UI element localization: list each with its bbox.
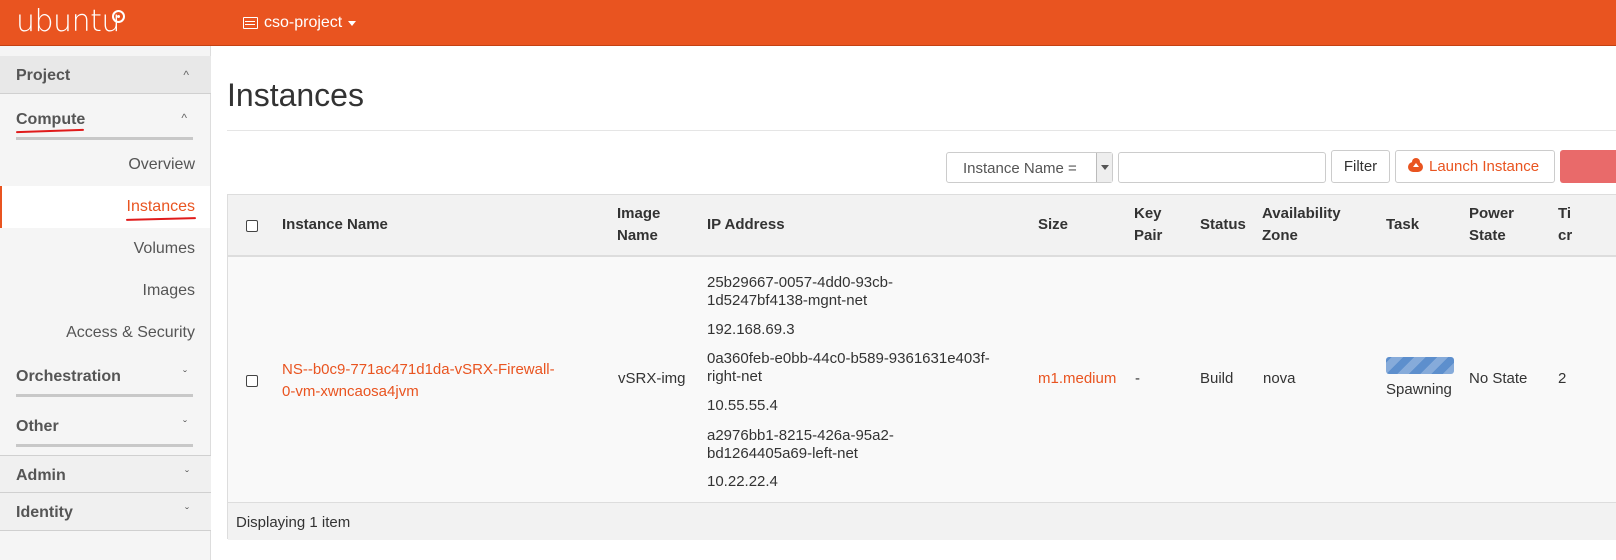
col-label-line: cr bbox=[1558, 227, 1573, 244]
instance-name-line: NS--b0c9-771ac471d1da-vSRX-Firewall- bbox=[282, 361, 555, 378]
cloud-upload-icon bbox=[1408, 157, 1423, 172]
instances-table: Instance Name Image Name IP Address Size … bbox=[227, 194, 1616, 540]
select-all-checkbox[interactable] bbox=[246, 220, 258, 232]
project-name: cso-project bbox=[264, 14, 343, 31]
chevron-up-icon: ^ bbox=[183, 68, 189, 82]
select-arrow-icon bbox=[1096, 153, 1112, 182]
col-label-line: Zone bbox=[1262, 227, 1298, 244]
network-name-line: bd1264405a69-left-net bbox=[707, 445, 858, 462]
col-label-line: Name bbox=[617, 227, 658, 244]
col-instance-name[interactable]: Instance Name bbox=[282, 214, 388, 236]
sidebar-section-label: Project bbox=[16, 67, 71, 84]
network-name: a2976bb1-8215-426a-95a2- bd1264405a69-lef… bbox=[707, 427, 894, 463]
network-name-line: 25b29667-0057-4dd0-93cb- bbox=[707, 274, 893, 291]
power-state-value: No State bbox=[1469, 370, 1528, 387]
col-power-state[interactable]: Power State bbox=[1469, 203, 1514, 247]
instance-name-link[interactable]: NS--b0c9-771ac471d1da-vSRX-Firewall- 0-vm… bbox=[282, 359, 555, 403]
sidebar-section-identity[interactable]: Identity ˇ bbox=[0, 493, 211, 531]
col-label-line: Ti bbox=[1558, 205, 1572, 222]
chevron-down-icon: ˇ bbox=[183, 418, 187, 432]
key-pair-value: - bbox=[1135, 370, 1140, 387]
sidebar-section-project[interactable]: Project ^ bbox=[0, 56, 211, 94]
col-size[interactable]: Size bbox=[1038, 214, 1068, 236]
col-label-line: Availability bbox=[1262, 205, 1341, 222]
ip-address: 10.22.22.4 bbox=[707, 473, 778, 490]
sidebar-group-orchestration[interactable]: Orchestration ˇ bbox=[16, 360, 193, 397]
network-name-line: 0a360feb-e0bb-44c0-b589-9361631e403f- bbox=[707, 350, 990, 367]
row-checkbox[interactable] bbox=[246, 375, 258, 387]
filter-button[interactable]: Filter bbox=[1331, 150, 1390, 183]
sidebar-item-images[interactable]: Images bbox=[143, 282, 195, 300]
sidebar-item-volumes[interactable]: Volumes bbox=[134, 240, 195, 258]
sidebar-section-admin[interactable]: Admin ˇ bbox=[0, 455, 211, 493]
sidebar-item-instances[interactable]: Instances bbox=[127, 198, 195, 216]
launch-instance-button[interactable]: Launch Instance bbox=[1395, 150, 1555, 183]
col-label-line: Power bbox=[1469, 205, 1515, 222]
task-value: Spawning bbox=[1386, 381, 1452, 398]
filter-input[interactable] bbox=[1118, 152, 1326, 183]
task-progress-bar bbox=[1386, 357, 1454, 374]
ip-address: 192.168.69.3 bbox=[707, 321, 795, 338]
sidebar-section-label: Identity bbox=[16, 504, 73, 521]
sidebar-item-access-security[interactable]: Access & Security bbox=[66, 324, 195, 342]
col-label-line: Pair bbox=[1134, 227, 1163, 244]
launch-instance-label: Launch Instance bbox=[1429, 158, 1540, 175]
image-name: vSRX-img bbox=[618, 370, 686, 387]
item-count: Displaying 1 item bbox=[236, 514, 351, 531]
chevron-down-icon: ˇ bbox=[185, 505, 189, 519]
flavor-size-link[interactable]: m1.medium bbox=[1038, 370, 1116, 388]
time-since-created-value: 2 bbox=[1558, 370, 1567, 387]
network-name-line: a2976bb1-8215-426a-95a2- bbox=[707, 427, 894, 444]
filter-select-value: Instance Name = bbox=[963, 160, 1077, 177]
chevron-down-icon: ˇ bbox=[185, 468, 189, 482]
network-name-line: right-net bbox=[707, 368, 763, 385]
chevron-up-icon: ^ bbox=[181, 111, 187, 125]
page-title: Instances bbox=[227, 77, 364, 113]
network-name-line: 1d5247bf4138-mgnt-net bbox=[707, 292, 868, 309]
table-footer: Displaying 1 item bbox=[228, 502, 1616, 540]
sidebar-group-compute[interactable]: Compute ^ bbox=[16, 103, 193, 140]
filter-field-select[interactable]: Instance Name = bbox=[946, 152, 1113, 183]
sidebar-section-label: Admin bbox=[16, 467, 66, 484]
chevron-down-icon: ˇ bbox=[183, 368, 187, 382]
circle-of-friends-icon bbox=[112, 10, 125, 23]
status-value: Build bbox=[1200, 370, 1234, 387]
col-ip-address[interactable]: IP Address bbox=[707, 214, 785, 236]
divider bbox=[227, 130, 1616, 131]
sidebar-group-label: Compute bbox=[16, 111, 86, 128]
col-label-line: State bbox=[1469, 227, 1506, 244]
col-label-line: Key bbox=[1134, 205, 1162, 222]
network-name: 25b29667-0057-4dd0-93cb- 1d5247bf4138-mgn… bbox=[707, 274, 893, 310]
top-navbar: ubuntu cso-project bbox=[0, 0, 1616, 46]
table-row: NS--b0c9-771ac471d1da-vSRX-Firewall- 0-vm… bbox=[228, 257, 1616, 502]
col-key-pair[interactable]: Key Pair bbox=[1134, 203, 1162, 247]
col-availability-zone[interactable]: Availability Zone bbox=[1262, 203, 1341, 247]
ip-address: 10.55.55.4 bbox=[707, 397, 778, 414]
col-time-since-created[interactable]: Ti cr bbox=[1558, 203, 1572, 247]
sidebar: Project ^ Compute ^ Overview Instances V… bbox=[0, 46, 211, 560]
instance-name-line: 0-vm-xwncaosa4jvm bbox=[282, 383, 419, 400]
project-icon bbox=[243, 17, 258, 29]
col-label-line: Image bbox=[617, 205, 661, 222]
caret-down-icon bbox=[348, 20, 357, 26]
terminate-instances-button[interactable] bbox=[1560, 150, 1616, 183]
sidebar-item-overview[interactable]: Overview bbox=[128, 156, 195, 174]
col-image-name[interactable]: Image Name bbox=[617, 203, 660, 247]
sidebar-group-label: Other bbox=[16, 418, 59, 435]
project-selector[interactable]: cso-project bbox=[243, 14, 357, 32]
availability-zone-value: nova bbox=[1263, 370, 1296, 387]
sidebar-group-other[interactable]: Other ˇ bbox=[16, 410, 193, 447]
sidebar-group-label: Orchestration bbox=[16, 368, 121, 385]
network-name: 0a360feb-e0bb-44c0-b589-9361631e403f-rig… bbox=[707, 350, 990, 386]
table-header: Instance Name Image Name IP Address Size … bbox=[228, 195, 1616, 257]
col-task[interactable]: Task bbox=[1386, 214, 1419, 236]
ubuntu-logo[interactable]: ubuntu bbox=[16, 4, 120, 39]
col-status[interactable]: Status bbox=[1200, 214, 1246, 236]
